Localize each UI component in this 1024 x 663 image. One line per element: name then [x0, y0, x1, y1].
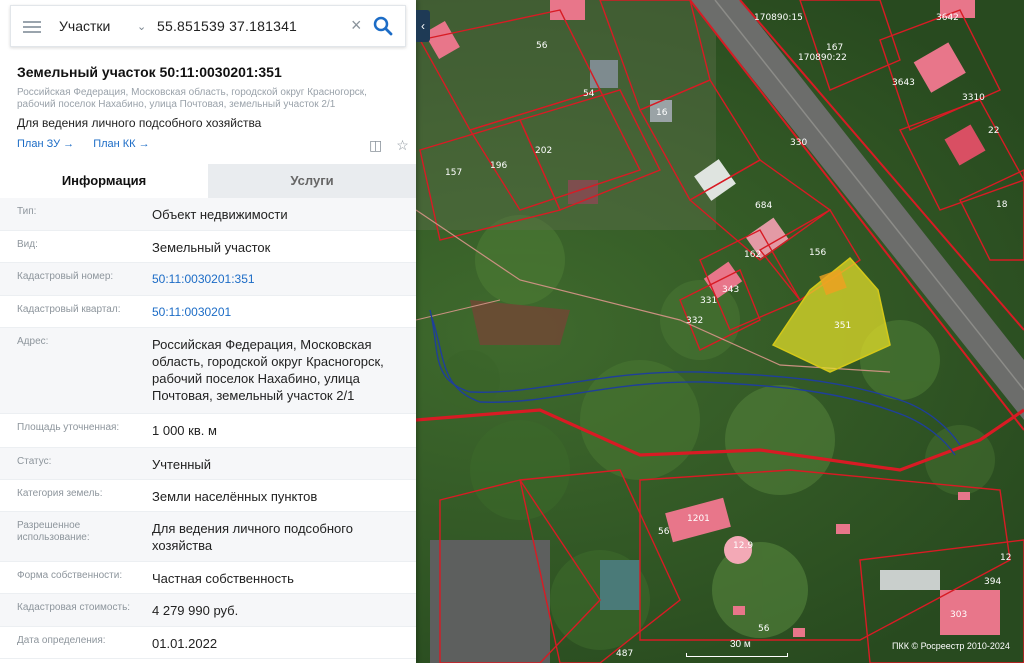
plot-label: 487 [616, 649, 633, 659]
map-scale: 30 м [686, 637, 788, 663]
info-value: 01.01.2022 [152, 636, 218, 651]
info-row: Форма собственности: Частная собственнос… [0, 562, 416, 594]
plot-label: 170890:22 [798, 53, 847, 63]
plot-label: 18 [996, 200, 1008, 210]
layer-select[interactable]: Участки [59, 18, 110, 34]
info-key: Разрешенное использование: [17, 520, 90, 543]
plot-label: 394 [984, 577, 1001, 587]
scale-bar [686, 653, 788, 657]
info-value: Для ведения личного подсобного хозяйства [152, 521, 353, 553]
info-row: Вид: Земельный участок [0, 231, 416, 263]
info-row: Разрешенное использование: Для ведения л… [0, 512, 416, 562]
scale-label: 30 м [730, 639, 751, 650]
plot-label: 156 [809, 248, 826, 258]
info-row: Дата определения: 01.01.2022 [0, 627, 416, 659]
info-row: Тип: Объект недвижимости [0, 198, 416, 231]
plan-kk-link[interactable]: План КК → [93, 138, 149, 150]
plot-label: 12 [1000, 553, 1011, 563]
object-address: Российская Федерация, Московская область… [17, 87, 367, 110]
plot-label: 196 [490, 161, 507, 171]
plot-label: 157 [445, 168, 462, 178]
info-value: Земельный участок [152, 240, 271, 255]
info-key: Кадастровая стоимость: [17, 602, 131, 613]
plot-label: 3643 [892, 78, 915, 88]
info-row: Площадь уточненная: 1 000 кв. м [0, 414, 416, 448]
plot-label: 330 [790, 138, 807, 148]
search-icon[interactable] [372, 15, 394, 37]
info-key: Дата определения: [17, 635, 106, 646]
info-key: Площадь уточненная: [17, 422, 120, 433]
collapse-panel-button[interactable]: ‹ [416, 10, 430, 42]
info-value: 1 000 кв. м [152, 423, 217, 438]
plot-label: 303 [950, 610, 967, 620]
search-input[interactable]: 55.851539 37.181341 [157, 18, 297, 34]
info-value: Объект недвижимости [152, 207, 288, 222]
plot-label: 162 [744, 250, 761, 260]
object-purpose: Для ведения личного подсобного хозяйства [17, 116, 262, 130]
plot-label: 3310 [962, 93, 985, 103]
selected-plot-label: 351 [834, 321, 851, 331]
map-copyright: ПКК © Росреестр 2010-2024 [892, 641, 1010, 651]
info-value: Частная собственность [152, 571, 294, 586]
plot-label: 16 [656, 108, 668, 118]
plot-label: 343 [722, 285, 739, 295]
plot-label: 202 [535, 146, 552, 156]
tab-information[interactable]: Информация [0, 164, 208, 198]
info-panel: Участки ⌄ 55.851539 37.181341 × Земельны… [0, 0, 416, 663]
info-key: Адрес: [17, 336, 49, 347]
cadastral-number-link[interactable]: 50:11:0030201:351 [135, 263, 416, 295]
object-tools: ◫ ☆ [355, 137, 409, 154]
chevron-down-icon[interactable]: ⌄ [137, 20, 146, 33]
plot-label: 1201 [687, 514, 710, 524]
zoom-to-object-icon[interactable]: ◫ [369, 137, 382, 153]
tab-services[interactable]: Услуги [208, 164, 416, 198]
info-row: Кадастровый квартал: 50:11:0030201 [0, 296, 416, 328]
info-row: Кадастровый номер: 50:11:0030201:351 [0, 263, 416, 296]
plot-label: 167 [826, 43, 843, 53]
plot-label: 54 [583, 89, 595, 99]
plot-label: 3642 [936, 13, 959, 23]
info-value: Учтенный [152, 457, 212, 472]
plan-zu-link[interactable]: План ЗУ → [17, 138, 74, 150]
favorite-star-icon[interactable]: ☆ [396, 137, 409, 153]
cadastral-quarter-link[interactable]: 50:11:0030201 [135, 296, 416, 327]
info-key: Категория земель: [17, 488, 103, 499]
object-title: Земельный участок 50:11:0030201:351 [17, 64, 282, 80]
plot-label: 332 [686, 316, 703, 326]
plot-label: 170890:15 [754, 13, 803, 23]
info-key: Форма собственности: [17, 570, 123, 581]
plot-label: 331 [700, 296, 717, 306]
info-value: Земли населённых пунктов [152, 489, 318, 504]
plan-links: План ЗУ → План КК → [17, 138, 166, 150]
info-row: Статус: Учтенный [0, 448, 416, 480]
info-key: Вид: [17, 239, 38, 250]
plot-label: 12.9 [733, 541, 753, 551]
info-value: Российская Федерация, Московская область… [152, 337, 384, 403]
info-row: Адрес: Российская Федерация, Московская … [0, 328, 416, 414]
info-key: Тип: [17, 206, 37, 217]
plot-label: 56 [658, 527, 670, 537]
search-bar: Участки ⌄ 55.851539 37.181341 × [10, 5, 406, 47]
info-key: Кадастровый квартал: [17, 304, 121, 315]
plot-label: 56 [536, 41, 548, 51]
info-key: Кадастровый номер: [17, 271, 114, 282]
clear-icon[interactable]: × [351, 15, 362, 36]
info-row: Категория земель: Земли населённых пункт… [0, 480, 416, 512]
plot-label: 56 [758, 624, 770, 634]
info-table: Тип: Объект недвижимости Вид: Земельный … [0, 198, 416, 659]
info-value: 4 279 990 руб. [152, 603, 239, 618]
plot-label: 22 [988, 126, 999, 136]
plot-label: 684 [755, 201, 772, 211]
info-key: Статус: [17, 456, 52, 467]
info-row: Кадастровая стоимость: 4 279 990 руб. [0, 594, 416, 627]
panel-tabs: Информация Услуги [0, 164, 416, 198]
menu-icon[interactable] [23, 18, 41, 34]
